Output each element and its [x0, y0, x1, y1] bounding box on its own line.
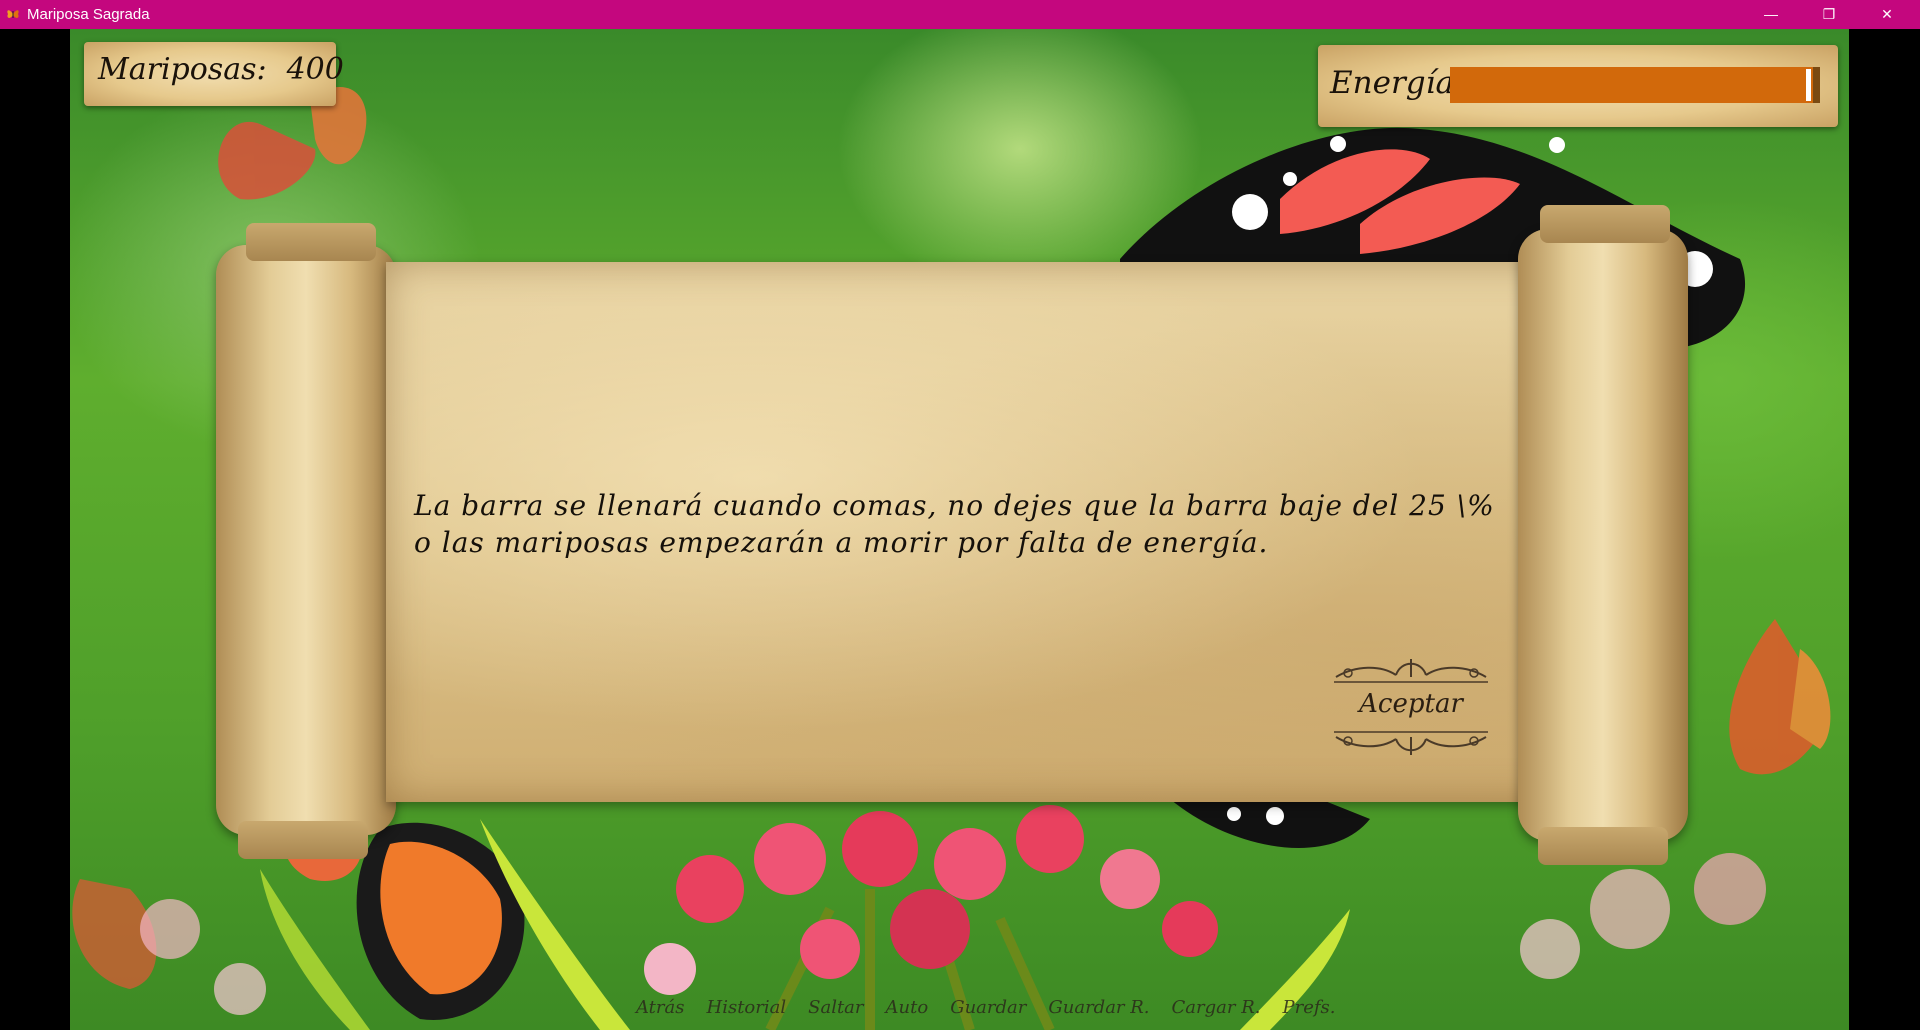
butterfly-app-icon [7, 10, 19, 18]
quick-menu-history[interactable]: Historial [707, 997, 787, 1025]
quick-menu-quick-load[interactable]: Cargar R. [1172, 997, 1261, 1025]
quick-menu-prefs[interactable]: Prefs. [1283, 997, 1336, 1025]
quick-menu: Atrás Historial Saltar Auto Guardar Guar… [636, 997, 1358, 1025]
energy-bar [1450, 67, 1820, 103]
accept-button[interactable]: Aceptar [1326, 647, 1496, 767]
energy-label: Energía [1330, 65, 1454, 101]
scroll-left-roll [216, 223, 396, 859]
window-title: Mariposa Sagrada [27, 6, 150, 23]
quick-menu-quick-save[interactable]: Guardar R. [1048, 997, 1149, 1025]
quick-menu-skip[interactable]: Saltar [808, 997, 863, 1025]
title-bar: Mariposa Sagrada — ❐ ✕ [0, 0, 1920, 29]
butterfly-counter-plaque: Mariposas: 400 [84, 42, 344, 106]
ornament-top-icon [1334, 659, 1488, 683]
energy-bar-fill [1450, 67, 1813, 103]
ornament-bottom-icon [1334, 731, 1488, 755]
close-icon[interactable]: ✕ [1864, 0, 1910, 29]
butterfly-count-label: Mariposas: [98, 52, 267, 87]
minimize-icon[interactable]: — [1748, 0, 1794, 29]
maximize-icon[interactable]: ❐ [1806, 0, 1852, 29]
dialog-text: La barra se llenará cuando comas, no dej… [414, 489, 1495, 559]
leaf [260, 869, 370, 1030]
energy-bar-cursor [1805, 69, 1811, 101]
quick-menu-save[interactable]: Guardar [950, 997, 1026, 1025]
scroll-right-roll [1518, 205, 1688, 865]
butterfly-count-value: 400 [286, 52, 344, 87]
energy-plaque: Energía [1318, 45, 1838, 127]
accept-button-label: Aceptar [1359, 689, 1463, 719]
right-butterfly [1729, 619, 1831, 775]
quick-menu-auto[interactable]: Auto [886, 997, 929, 1025]
game-viewport: Mariposas: 400 Energía La barra se llenar… [70, 29, 1849, 1030]
quick-menu-back[interactable]: Atrás [636, 997, 685, 1025]
